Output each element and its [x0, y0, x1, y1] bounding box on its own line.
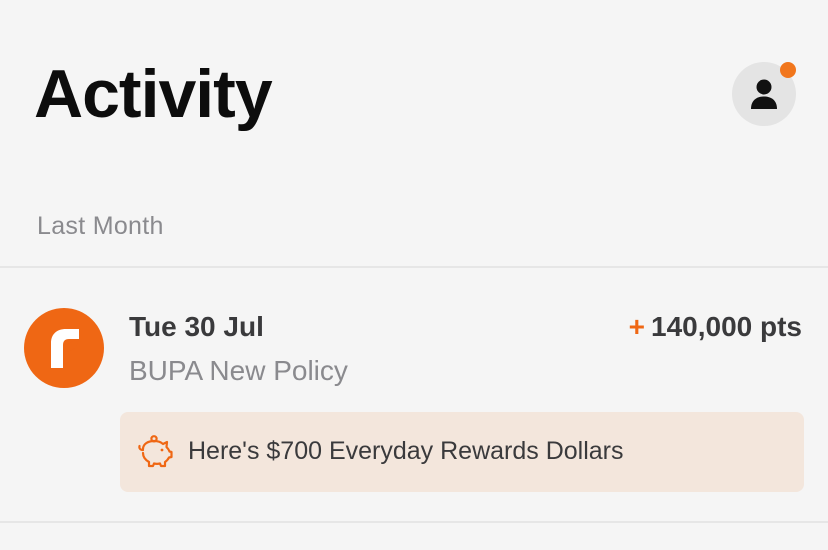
section-label: Last Month [37, 212, 164, 240]
person-icon [751, 79, 777, 109]
page-title: Activity [34, 56, 273, 132]
points-sign: + [628, 311, 645, 342]
reward-text: Here's $700 Everyday Rewards Dollars [188, 437, 624, 465]
activity-list-item[interactable]: Tue 30 Jul BUPA New Policy +140,000 pts … [0, 268, 828, 521]
piggy-bank-icon [138, 435, 173, 468]
points-amount: +140,000 pts [629, 311, 802, 343]
reward-banner: Here's $700 Everyday Rewards Dollars [120, 412, 804, 492]
activity-date: Tue 30 Jul [129, 311, 264, 342]
notification-badge [780, 62, 796, 78]
rewards-r-logo-icon [24, 308, 104, 388]
points-value: 140,000 pts [651, 311, 802, 342]
activity-description: BUPA New Policy [129, 355, 348, 386]
item-divider [0, 521, 828, 523]
